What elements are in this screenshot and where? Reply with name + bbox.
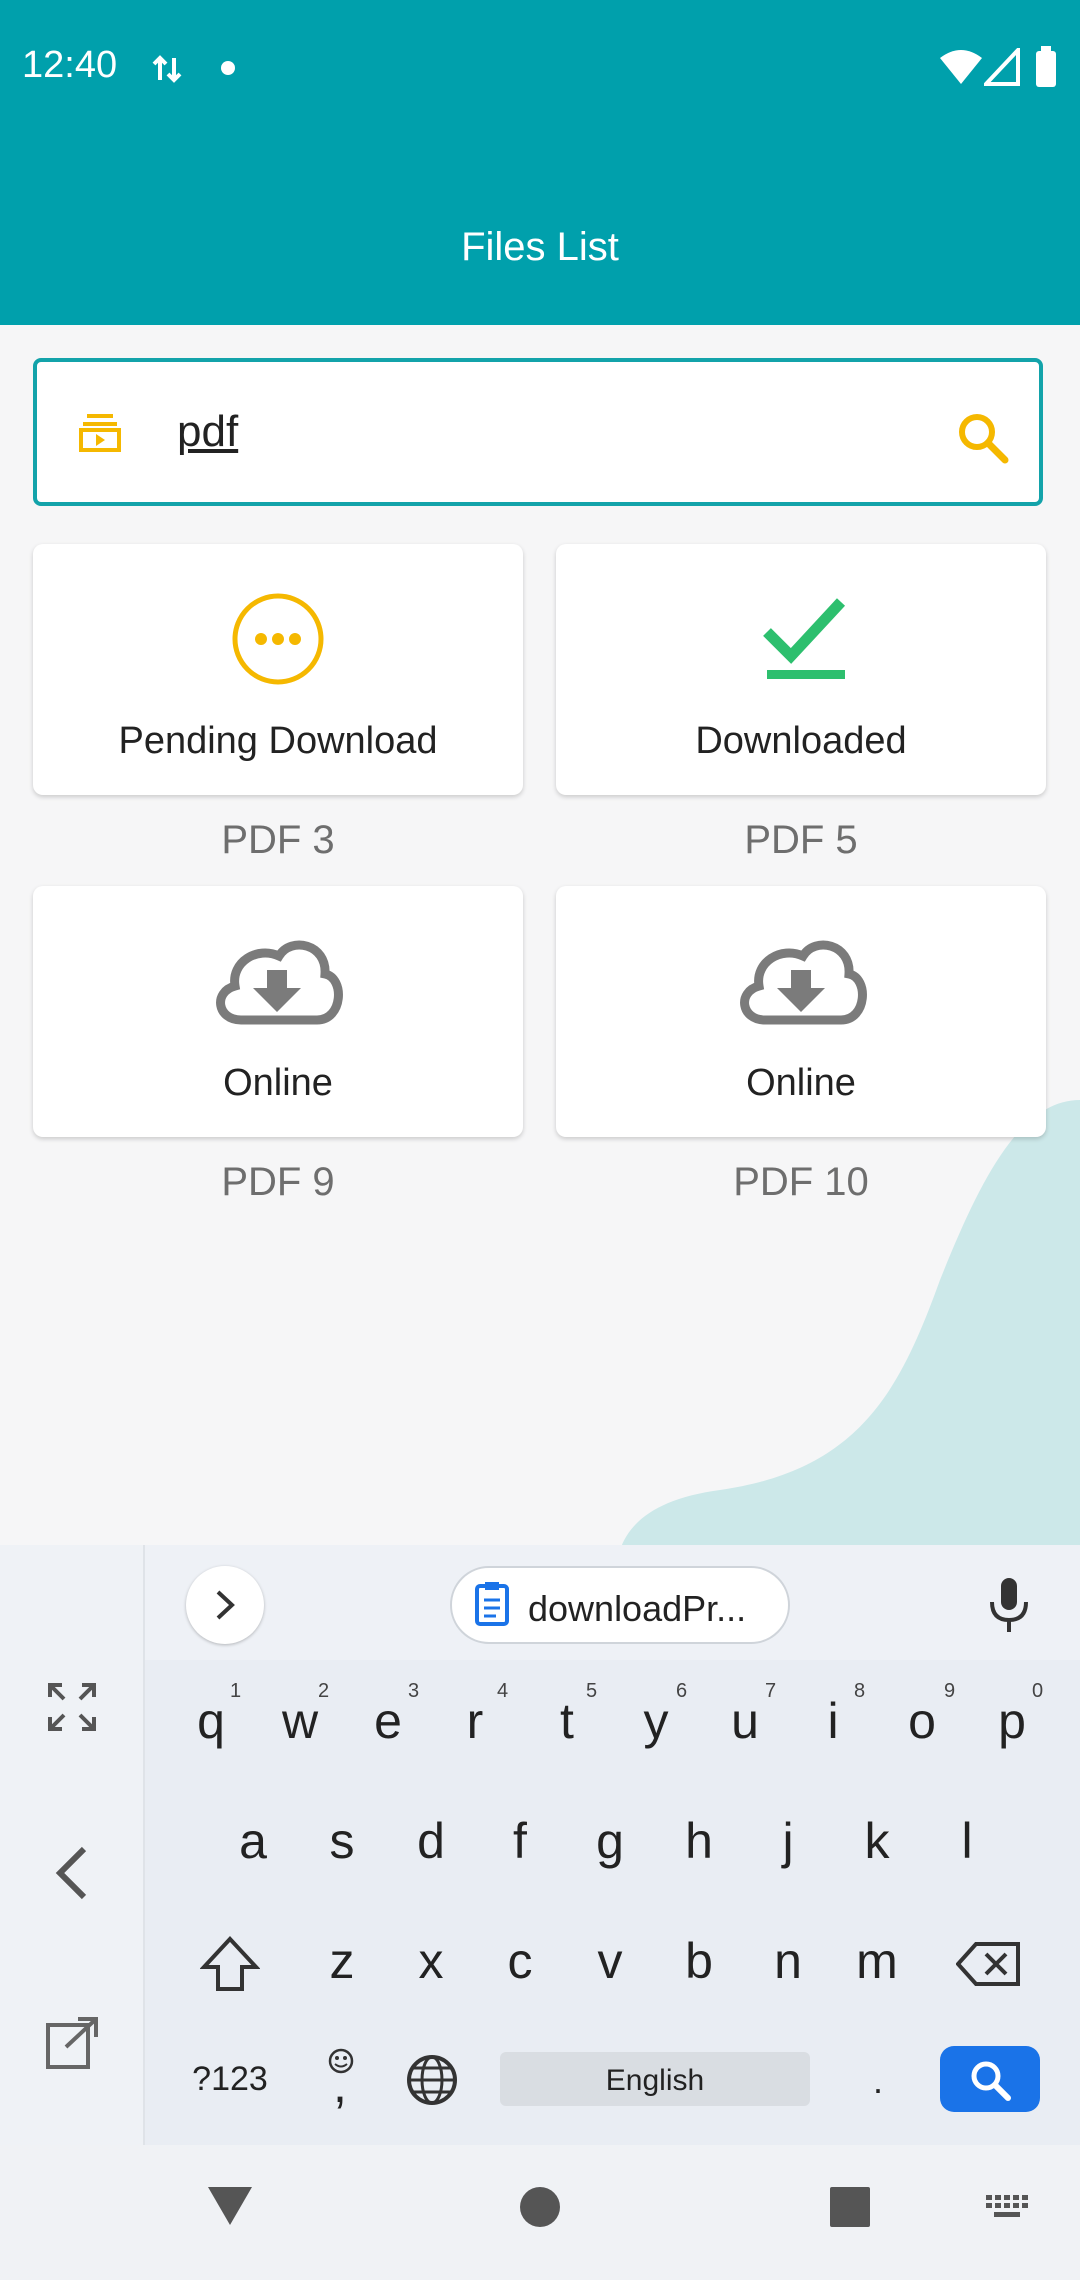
page-title: Files List xyxy=(461,225,619,269)
expand-suggestions-button[interactable] xyxy=(186,1566,264,1644)
key-x[interactable]: x xyxy=(396,1932,466,1990)
key-v[interactable]: v xyxy=(575,1932,645,1990)
key-hint: 7 xyxy=(765,1680,777,1702)
chevron-right-icon xyxy=(216,1590,235,1620)
navigation-bar xyxy=(0,2145,1080,2280)
symbols-key[interactable]: ?123 xyxy=(190,2060,270,2099)
nav-home-icon[interactable] xyxy=(518,2185,562,2229)
keyboard-switch-icon[interactable] xyxy=(984,2193,1030,2223)
key-l[interactable]: l xyxy=(932,1812,1002,1870)
card-file-name: PDF 3 xyxy=(221,818,335,862)
expand-icon[interactable] xyxy=(46,1681,98,1733)
space-key-label: English xyxy=(605,2064,705,2097)
wifi-icon xyxy=(940,50,982,84)
status-time: 12:40 xyxy=(22,44,118,86)
shift-icon[interactable] xyxy=(200,1935,260,1995)
key-n[interactable]: n xyxy=(753,1932,823,1990)
pending-icon xyxy=(232,593,324,685)
comma-key[interactable]: , xyxy=(305,2056,375,2114)
key-hint: 9 xyxy=(944,1680,956,1702)
media-library-icon xyxy=(79,414,121,452)
clipboard-suggestion-text: downloadPr... xyxy=(528,1588,747,1629)
cloud-download-icon xyxy=(216,940,343,1025)
key-s[interactable]: s xyxy=(307,1812,377,1870)
key-hint: 3 xyxy=(408,1680,420,1702)
key-hint: 8 xyxy=(854,1680,866,1702)
key-hint: 1 xyxy=(230,1680,242,1702)
check-icon xyxy=(763,598,846,679)
keyboard-side-panel xyxy=(0,1545,145,2145)
key-k[interactable]: k xyxy=(842,1812,912,1870)
file-card-pdf9[interactable]: Online xyxy=(33,886,523,1137)
key-hint: 0 xyxy=(1032,1680,1044,1702)
battery-icon xyxy=(1036,46,1056,87)
data-transfer-icon xyxy=(152,55,182,83)
backspace-icon[interactable] xyxy=(956,1940,1022,1988)
notification-dot-icon xyxy=(221,61,235,75)
cloud-download-icon xyxy=(740,940,867,1025)
back-arrow-icon[interactable] xyxy=(52,1845,92,1901)
key-hint: 4 xyxy=(497,1680,509,1702)
key-hint: 2 xyxy=(318,1680,330,1702)
nav-back-icon[interactable] xyxy=(206,2185,254,2227)
search-icon[interactable] xyxy=(955,410,1011,466)
clipboard-icon xyxy=(475,1582,509,1626)
key-f[interactable]: f xyxy=(485,1812,555,1870)
key-hint: 5 xyxy=(586,1680,598,1702)
card-file-name: PDF 5 xyxy=(744,818,858,862)
search-icon xyxy=(971,2061,1011,2101)
key-b[interactable]: b xyxy=(664,1932,734,1990)
key-d[interactable]: d xyxy=(396,1812,466,1870)
key-c[interactable]: c xyxy=(485,1932,555,1990)
file-card-pdf10[interactable]: Online xyxy=(556,886,1046,1137)
key-m[interactable]: m xyxy=(842,1932,912,1990)
key-j[interactable]: j xyxy=(753,1812,823,1870)
period-key[interactable]: . xyxy=(843,2060,913,2102)
file-card-pdf3[interactable]: Pending Download xyxy=(33,544,523,795)
file-card-pdf5[interactable]: Downloaded xyxy=(556,544,1046,795)
key-hint: 6 xyxy=(676,1680,688,1702)
key-h[interactable]: h xyxy=(664,1812,734,1870)
microphone-icon[interactable] xyxy=(986,1576,1032,1634)
search-field[interactable]: pdf xyxy=(33,358,1043,506)
card-status-label: Online xyxy=(746,1062,856,1104)
nav-recents-icon[interactable] xyxy=(828,2185,872,2229)
key-z[interactable]: z xyxy=(307,1932,377,1990)
floating-keyboard-icon[interactable] xyxy=(44,2013,102,2071)
card-file-name: PDF 10 xyxy=(733,1160,869,1204)
card-status-label: Pending Download xyxy=(118,720,438,762)
key-a[interactable]: a xyxy=(218,1812,288,1870)
search-action-key[interactable] xyxy=(940,2046,1040,2112)
globe-icon[interactable] xyxy=(404,2052,460,2108)
cell-signal-icon xyxy=(984,48,1020,86)
search-input[interactable]: pdf xyxy=(177,407,238,457)
card-status-label: Downloaded xyxy=(695,720,907,762)
status-bar: 12:40 xyxy=(0,0,1080,130)
card-file-name: PDF 9 xyxy=(221,1160,335,1204)
card-status-label: Online xyxy=(223,1062,333,1104)
key-g[interactable]: g xyxy=(575,1812,645,1870)
